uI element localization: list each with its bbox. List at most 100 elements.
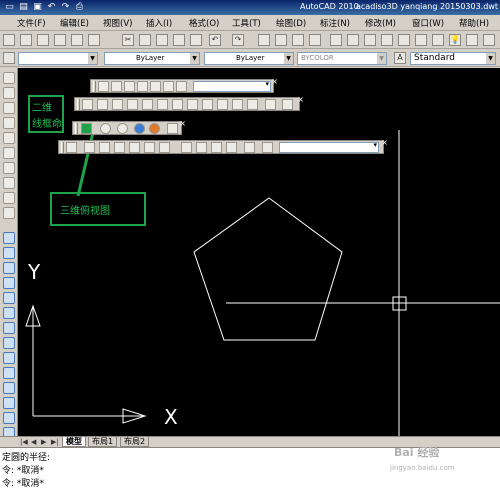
print-icon[interactable]: ⎙ <box>74 2 85 12</box>
triangle-icon[interactable] <box>3 102 15 114</box>
first-tab-icon[interactable]: |◀ <box>20 438 28 446</box>
menu-view[interactable]: 视图(V) <box>103 17 132 29</box>
line-icon[interactable] <box>3 72 15 84</box>
tab-layout1[interactable]: 布局1 <box>88 437 118 447</box>
block-editor-icon[interactable] <box>190 34 202 46</box>
sw-iso-icon[interactable] <box>181 142 192 153</box>
se-iso-icon[interactable] <box>196 142 207 153</box>
walk-icon[interactable] <box>150 81 161 92</box>
hidden-icon[interactable] <box>117 123 128 134</box>
menu-format[interactable]: 格式(O) <box>189 17 219 29</box>
preview-icon[interactable] <box>71 34 83 46</box>
text-style-icon[interactable]: A <box>394 52 406 64</box>
sheet-set-icon[interactable] <box>381 34 393 46</box>
copy-object-icon[interactable] <box>3 247 15 259</box>
color-dropdown[interactable]: ByLayer ▼ <box>104 52 200 65</box>
match-properties-icon[interactable] <box>173 34 185 46</box>
chamfer-icon[interactable] <box>3 412 15 424</box>
save-icon[interactable]: ▣ <box>32 2 43 12</box>
open-icon[interactable] <box>20 34 32 46</box>
ucs-z-icon[interactable] <box>247 99 258 110</box>
ucs-3point-icon[interactable] <box>202 99 213 110</box>
menu-window[interactable]: 窗口(W) <box>412 17 444 29</box>
ucs-icon[interactable] <box>82 99 93 110</box>
tab-model[interactable]: 模型 <box>62 437 86 447</box>
insert-block-icon[interactable] <box>3 177 15 189</box>
menu-file[interactable]: 文件(F) <box>17 17 46 29</box>
break-icon[interactable] <box>3 397 15 409</box>
menu-insert[interactable]: 插入(I) <box>146 17 172 29</box>
right-view-icon[interactable] <box>129 142 140 153</box>
paste-icon[interactable] <box>156 34 168 46</box>
front-view-icon[interactable] <box>144 142 155 153</box>
pan-icon[interactable] <box>258 34 270 46</box>
orbit-icon[interactable] <box>98 81 109 92</box>
pentagon-shape[interactable] <box>193 197 343 341</box>
redo-icon[interactable]: ↷ <box>232 34 244 46</box>
bottom-view-icon[interactable] <box>99 142 110 153</box>
new-icon[interactable]: ▭ <box>4 2 15 12</box>
zoom-window-icon[interactable] <box>292 34 304 46</box>
copy-icon[interactable] <box>139 34 151 46</box>
redo-icon[interactable]: ↷ <box>60 2 71 12</box>
text-style-dropdown[interactable]: Standard ▼ <box>410 52 496 65</box>
adjust-distance-icon[interactable] <box>176 81 187 92</box>
zoom-previous-icon[interactable] <box>309 34 321 46</box>
view-settings-icon[interactable] <box>262 142 273 153</box>
design-center-icon[interactable] <box>347 34 359 46</box>
visual-style-manager-icon[interactable] <box>167 123 178 134</box>
lineweight-dropdown[interactable]: BYCOLOR ▼ <box>297 52 387 65</box>
ucs-y-icon[interactable] <box>232 99 243 110</box>
named-views-icon[interactable] <box>66 142 77 153</box>
stretch-icon[interactable] <box>3 352 15 364</box>
cut-icon[interactable]: ✂ <box>122 34 134 46</box>
camera-icon[interactable] <box>163 81 174 92</box>
undo-icon[interactable]: ↶ <box>46 2 57 12</box>
ucs-zaxis-icon[interactable] <box>187 99 198 110</box>
rectangle-icon[interactable] <box>3 117 15 129</box>
ucs-world-icon[interactable] <box>97 99 108 110</box>
revcloud-icon[interactable] <box>3 147 15 159</box>
close-icon[interactable]: × <box>297 95 304 104</box>
ucs-previous-icon[interactable] <box>112 99 123 110</box>
realistic-icon[interactable] <box>134 123 145 134</box>
next-tab-icon[interactable]: ▶ <box>41 438 46 446</box>
close-icon[interactable]: × <box>271 77 278 86</box>
zoom-realtime-icon[interactable] <box>275 34 287 46</box>
save-icon[interactable] <box>37 34 49 46</box>
layer-dropdown[interactable]: ▼ <box>18 52 98 65</box>
new-icon[interactable] <box>3 34 15 46</box>
conceptual-icon[interactable] <box>149 123 160 134</box>
drawing-canvas[interactable]: X Y × × <box>18 68 500 436</box>
left-view-icon[interactable] <box>114 142 125 153</box>
nw-iso-icon[interactable] <box>226 142 237 153</box>
layer-manager-icon[interactable] <box>3 52 15 64</box>
ucs-view-icon[interactable] <box>157 99 168 110</box>
open-icon[interactable]: ▤ <box>18 2 29 12</box>
move-icon[interactable] <box>3 307 15 319</box>
calculator-icon[interactable] <box>415 34 427 46</box>
ucs-named-icon[interactable] <box>282 99 293 110</box>
last-tab-icon[interactable]: ▶| <box>51 438 59 446</box>
circle-icon[interactable] <box>3 132 15 144</box>
markup-icon[interactable] <box>398 34 410 46</box>
close-icon[interactable]: × <box>179 119 186 128</box>
wireframe-2d-icon[interactable] <box>81 123 92 134</box>
swivel-icon[interactable] <box>137 81 148 92</box>
rotate-icon[interactable] <box>3 322 15 334</box>
bulb-icon[interactable]: 💡 <box>449 34 461 46</box>
wireframe-3d-icon[interactable] <box>100 123 111 134</box>
workspace-icon[interactable] <box>466 34 478 46</box>
close-icon[interactable]: × <box>381 138 388 147</box>
trim-icon[interactable] <box>3 367 15 379</box>
ucs-origin-icon[interactable] <box>172 99 183 110</box>
array-icon[interactable] <box>3 292 15 304</box>
ucs-face-icon[interactable] <box>127 99 138 110</box>
menu-help[interactable]: 帮助(H) <box>459 17 489 29</box>
hatch-icon[interactable] <box>3 192 15 204</box>
menu-modify[interactable]: 修改(M) <box>365 17 396 29</box>
ucs-x-icon[interactable] <box>217 99 228 110</box>
menu-dimension[interactable]: 标注(N) <box>320 17 350 29</box>
menu-tools[interactable]: 工具(T) <box>232 17 261 29</box>
properties-icon[interactable] <box>330 34 342 46</box>
